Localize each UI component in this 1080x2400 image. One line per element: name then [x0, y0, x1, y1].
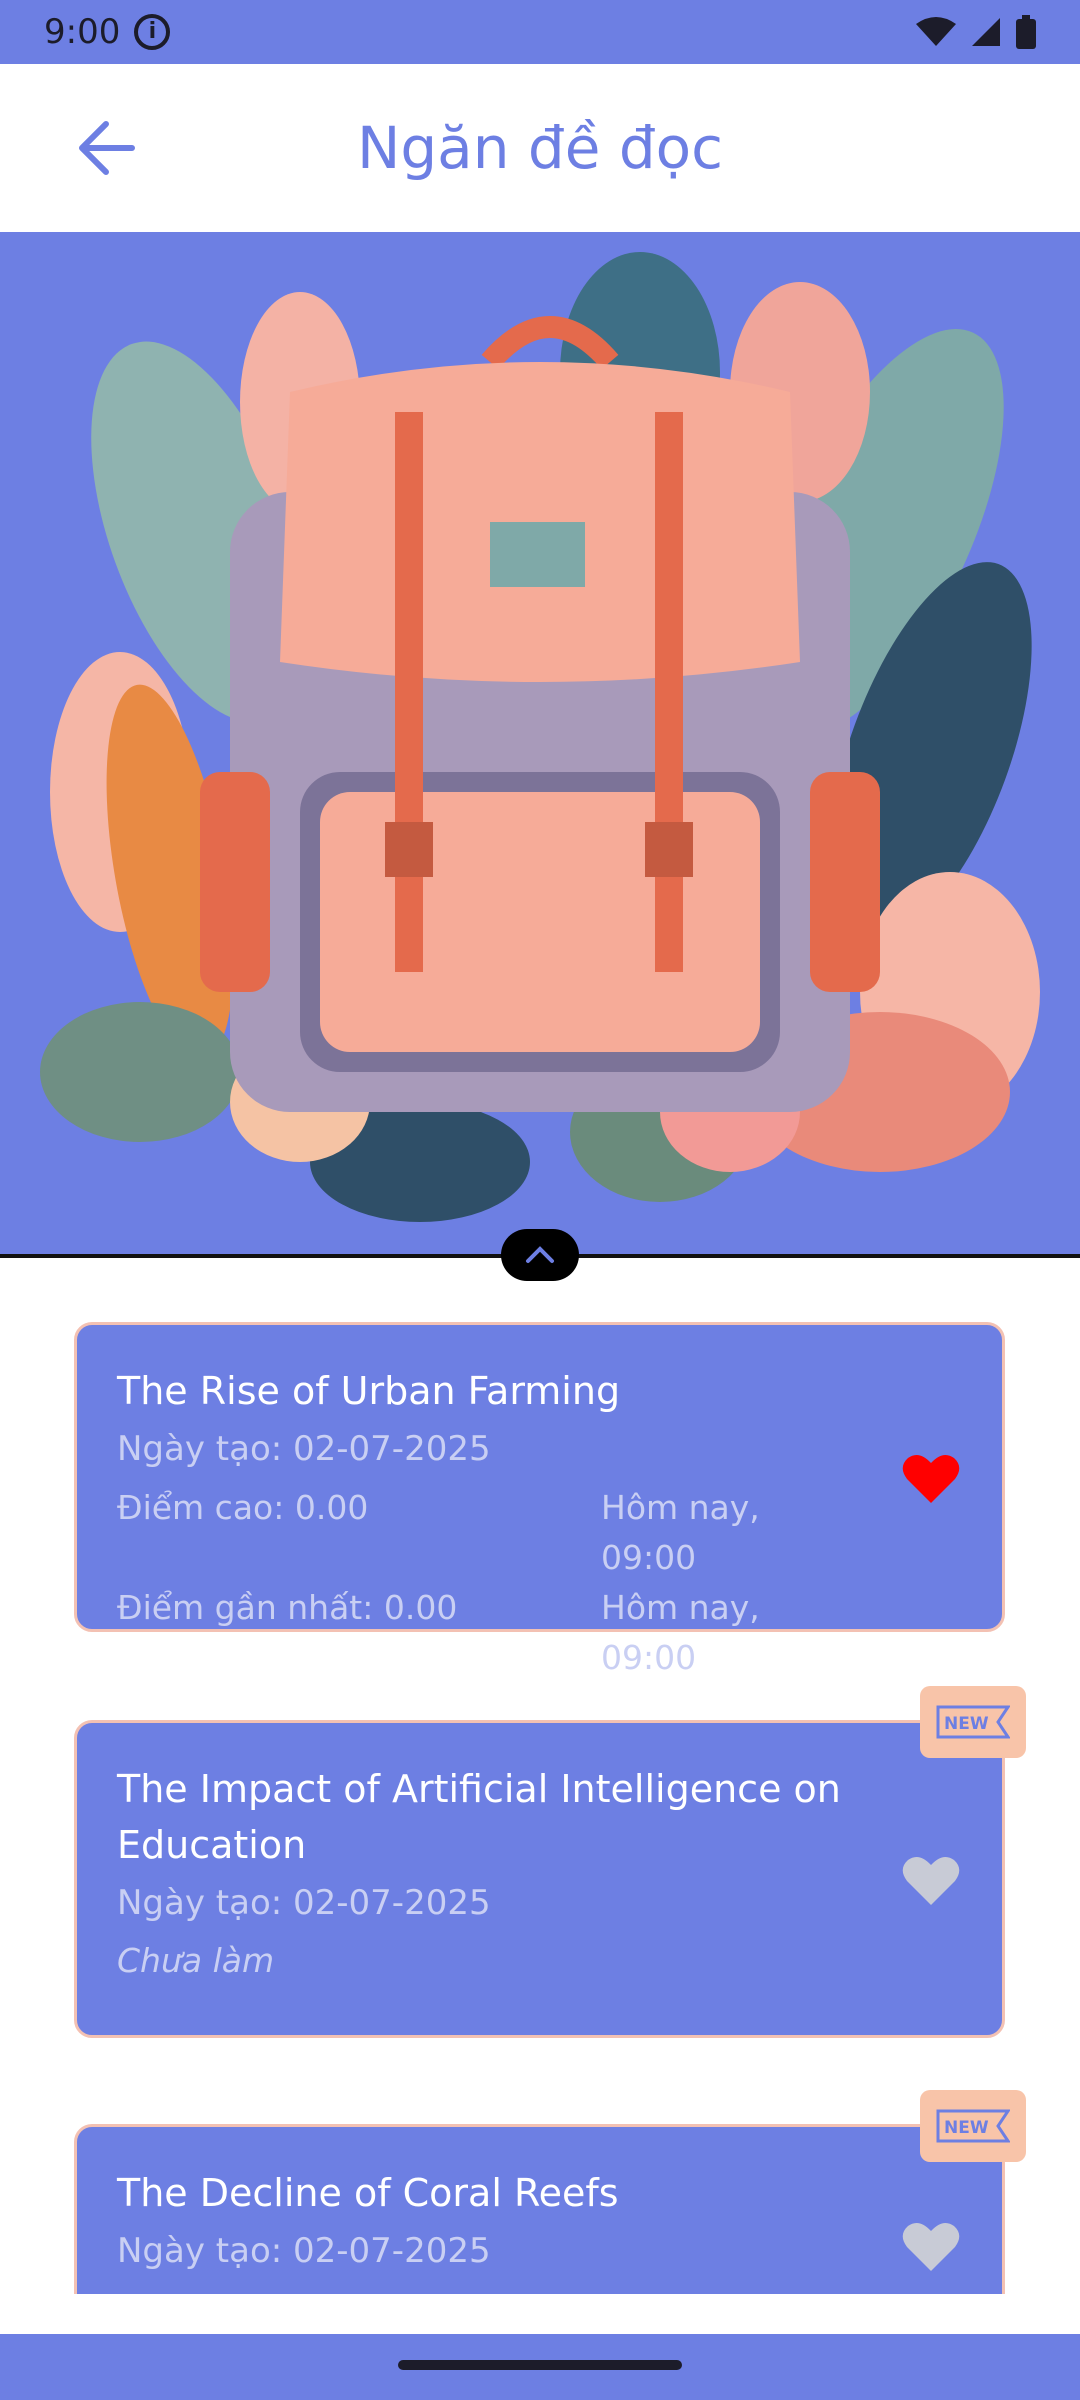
status-right — [916, 15, 1036, 49]
reading-card[interactable]: The Decline of Coral Reefs Ngày tạo: 02-… — [74, 2124, 1005, 2294]
battery-icon — [1016, 15, 1036, 49]
card-title: The Impact of Artificial Intelligence on… — [117, 1767, 841, 1867]
wifi-icon — [916, 17, 956, 46]
status-bar: 9:00 i — [0, 0, 1080, 64]
favorite-heart-icon[interactable] — [902, 1855, 960, 1907]
recent-score: Điểm gần nhất: 0.00 — [117, 1588, 458, 1627]
new-badge: NEW — [920, 2090, 1026, 2162]
reading-card[interactable]: The Impact of Artificial Intelligence on… — [74, 1720, 1005, 2038]
page-title: Ngăn đề đọc — [356, 114, 724, 182]
back-button[interactable] — [66, 108, 146, 188]
favorite-heart-icon[interactable] — [902, 1453, 960, 1505]
status-time: 9:00 — [44, 12, 121, 52]
arrow-left-icon — [79, 121, 135, 175]
hero-illustration — [0, 232, 1080, 1255]
card-date: Ngày tạo: 02-07-2025 — [117, 1883, 491, 1923]
info-icon: i — [134, 14, 171, 50]
favorite-heart-icon[interactable] — [902, 2221, 960, 2273]
card-date: Ngày tạo: 02-07-2025 — [117, 2231, 491, 2271]
app-header: Ngăn đề đọc — [0, 64, 1080, 232]
status-left: 9:00 i — [44, 12, 171, 52]
new-ribbon-icon: NEW — [936, 2109, 1010, 2143]
card-status: Chưa làm — [117, 1941, 275, 1980]
badge-label: NEW — [944, 1714, 989, 1734]
card-stats: Điểm cao: 0.00 Hôm nay, 09:00 Điểm gần n… — [117, 1483, 1002, 1683]
high-score-time: Hôm nay, 09:00 — [601, 1488, 760, 1577]
home-indicator[interactable] — [398, 2360, 682, 2370]
card-title: The Rise of Urban Farming — [117, 1369, 621, 1413]
new-ribbon-icon: NEW — [936, 1705, 1010, 1739]
backpack-illustration — [40, 252, 1040, 1222]
badge-label: NEW — [944, 2118, 989, 2138]
reading-card[interactable]: The Rise of Urban Farming Ngày tạo: 02-0… — [74, 1322, 1005, 1677]
high-score: Điểm cao: 0.00 — [117, 1488, 369, 1527]
new-badge: NEW — [920, 1686, 1026, 1758]
card-title: The Decline of Coral Reefs — [117, 2171, 619, 2215]
recent-score-time: Hôm nay, 09:00 — [601, 1588, 760, 1677]
reading-list: The Rise of Urban Farming Ngày tạo: 02-0… — [0, 1258, 1080, 2294]
signal-icon — [972, 18, 1000, 46]
card-date: Ngày tạo: 02-07-2025 — [117, 1429, 491, 1469]
